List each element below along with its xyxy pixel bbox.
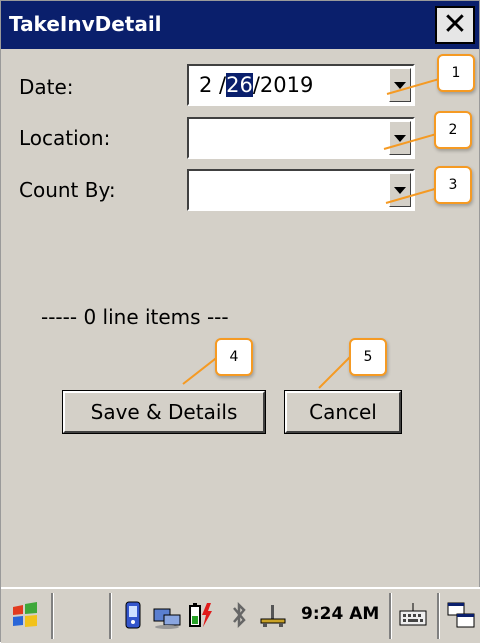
date-day-selected[interactable]: 26 xyxy=(226,73,253,97)
callout-5: 5 xyxy=(349,338,387,376)
date-year: /2019 xyxy=(252,73,314,97)
window-title: TakeInvDetail xyxy=(9,12,162,36)
close-button[interactable]: ✕ xyxy=(435,6,475,44)
line-items-summary: ----- 0 line items --- xyxy=(41,305,229,329)
taskbar-separator xyxy=(51,593,54,639)
callout-2: 2 xyxy=(434,111,472,149)
taskbar: 9:24 AM xyxy=(1,587,480,643)
bluetooth-icon[interactable] xyxy=(223,599,255,631)
taskbar-separator xyxy=(437,593,440,639)
title-bar: TakeInvDetail ✕ xyxy=(1,1,479,49)
network-connection-icon[interactable] xyxy=(151,599,183,631)
take-inv-detail-window: TakeInvDetail ✕ Date: 2 /26/2019 Locatio… xyxy=(0,0,480,643)
count-by-combo[interactable] xyxy=(187,169,415,211)
windows-start-icon[interactable] xyxy=(9,599,41,631)
callout-3: 3 xyxy=(434,166,472,204)
taskbar-clock[interactable]: 9:24 AM xyxy=(301,604,379,624)
date-month: 2 / xyxy=(199,73,227,97)
count-by-label: Count By: xyxy=(19,178,116,202)
date-value[interactable]: 2 /26/2019 xyxy=(199,73,313,97)
location-label: Location: xyxy=(19,126,111,150)
save-details-button[interactable]: Save & Details xyxy=(62,390,266,434)
task-switcher-icon[interactable] xyxy=(445,599,477,631)
date-picker[interactable]: 2 /26/2019 xyxy=(187,64,415,106)
location-dropdown-button[interactable] xyxy=(389,121,411,155)
keyboard-icon[interactable] xyxy=(397,599,429,631)
callout-4: 4 xyxy=(215,338,253,376)
callout-1: 1 xyxy=(437,54,475,92)
device-icon[interactable] xyxy=(117,599,149,631)
usb-connection-icon[interactable] xyxy=(257,599,289,631)
location-combo[interactable] xyxy=(187,117,415,159)
cancel-button[interactable]: Cancel xyxy=(284,390,402,434)
date-label: Date: xyxy=(19,75,74,99)
taskbar-separator xyxy=(109,593,112,639)
taskbar-separator xyxy=(389,593,392,639)
chevron-down-icon xyxy=(394,187,406,194)
callout-5-line xyxy=(318,356,351,389)
battery-charging-icon[interactable] xyxy=(185,599,217,631)
callout-4-line xyxy=(182,356,219,385)
date-dropdown-button[interactable] xyxy=(389,68,411,102)
